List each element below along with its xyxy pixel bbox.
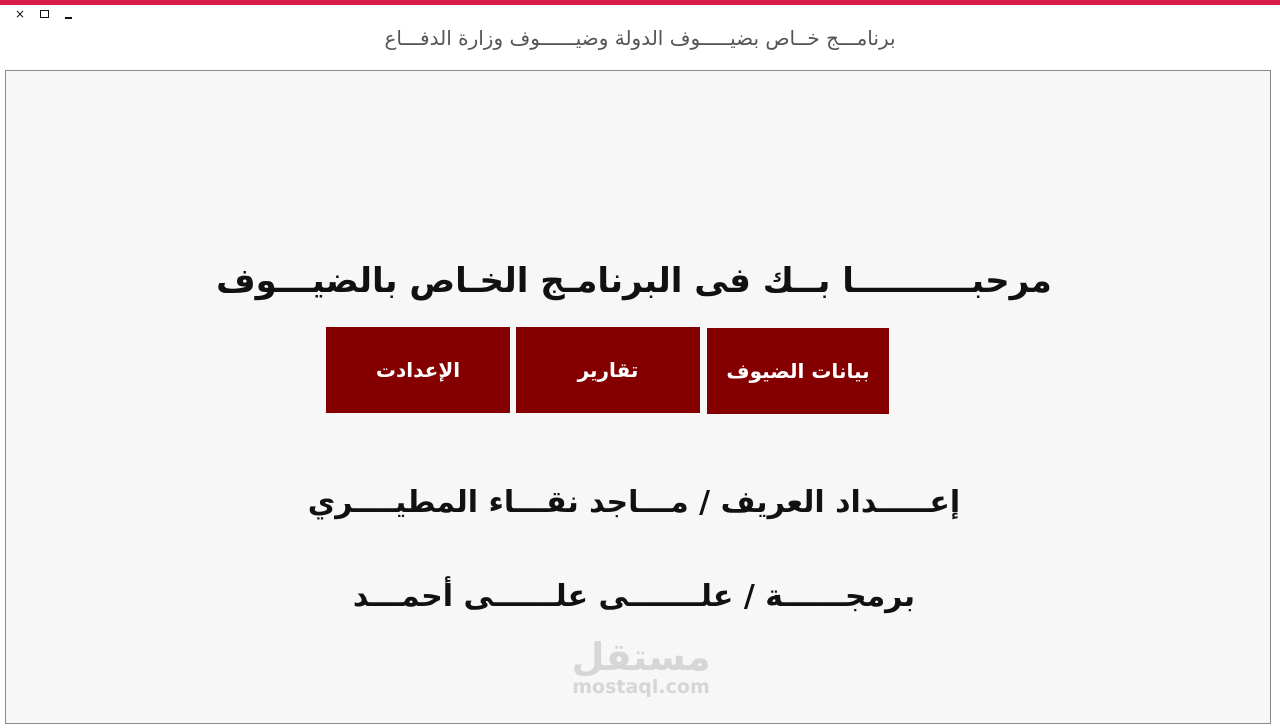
reports-button[interactable]: تقارير <box>516 327 700 413</box>
settings-button[interactable]: الإعدادت <box>326 327 510 413</box>
programmed-by-credit: برمجــــــة / علـــــــى علــــــى أحمــ… <box>352 579 916 614</box>
minimize-button[interactable] <box>56 7 80 21</box>
window-controls: × <box>8 7 80 21</box>
maximize-button[interactable] <box>32 7 56 21</box>
close-icon: × <box>14 7 26 21</box>
watermark-arabic: مستقل <box>571 635 711 679</box>
mostaql-watermark: مستقل mostaql.com <box>556 638 726 697</box>
watermark-latin: mostaql.com <box>572 676 710 698</box>
main-panel: مرحبــــــــــا بــك فى البرنامـج الخـاص… <box>5 70 1271 724</box>
top-accent-bar <box>0 0 1280 5</box>
window-title: برنامـــج خــاص بضيـــــوف الدولة وضيـــ… <box>384 26 896 50</box>
welcome-heading: مرحبــــــــــا بــك فى البرنامـج الخـاص… <box>216 261 1052 301</box>
maximize-icon <box>39 10 49 18</box>
guests-data-button[interactable]: بيانات الضيوف <box>707 328 889 414</box>
prepared-by-credit: إعـــــداد العريف / مـــاجد نقـــاء المط… <box>307 485 961 520</box>
close-button[interactable]: × <box>8 7 32 21</box>
minimize-icon <box>64 17 72 19</box>
